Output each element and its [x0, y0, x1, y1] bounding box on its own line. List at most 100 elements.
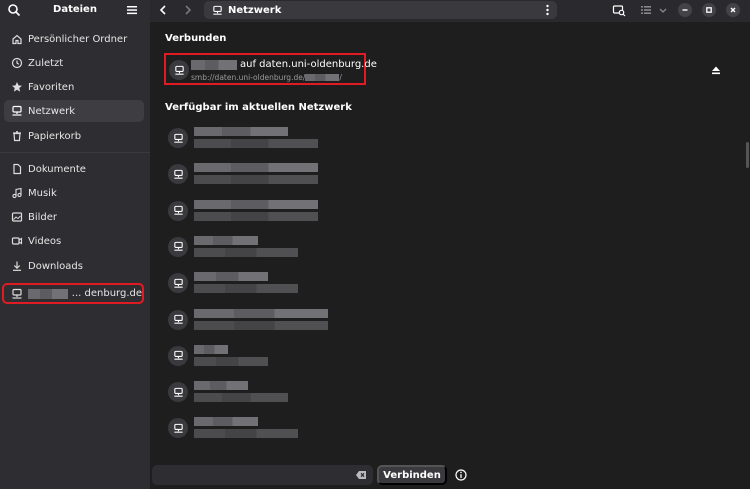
clear-text-icon[interactable]: [355, 470, 367, 480]
redacted-text: [194, 356, 268, 366]
sidebar-item-label: Bilder: [28, 211, 58, 223]
available-server-row[interactable]: [164, 159, 424, 189]
network-icon: [12, 288, 22, 299]
close-icon: [730, 7, 736, 13]
chevron-down-icon[interactable]: [656, 3, 670, 17]
clock-icon: [11, 57, 23, 69]
sidebar-item-label: Papierkorb: [28, 130, 82, 142]
redacted-text: [194, 320, 328, 330]
sidebar-separator: [0, 152, 150, 153]
redacted-text: [194, 175, 318, 185]
sidebar-item-label: Dokumente: [28, 163, 86, 175]
section-title-connected: Verbunden: [165, 33, 227, 44]
sidebar-item-pictures[interactable]: Bilder: [4, 206, 144, 228]
trash-icon: [13, 131, 21, 142]
connected-server-uri: smb://daten.uni-oldenburg.de/ /: [191, 73, 342, 82]
maximize-button[interactable]: [702, 3, 716, 17]
redacted-text: [194, 139, 318, 148]
server-icon: [168, 382, 188, 403]
available-server-row[interactable]: [164, 268, 424, 298]
available-server-row[interactable]: [164, 377, 424, 407]
network-icon: [12, 105, 22, 116]
maximize-icon: [706, 7, 712, 13]
server-icon: [168, 236, 188, 257]
server-icon: [168, 345, 188, 366]
redacted-text: [305, 74, 340, 81]
sidebar-item-label: Zuletzt: [28, 57, 64, 69]
server-icon: [168, 128, 188, 148]
sidebar-item-label: Downloads: [28, 260, 83, 272]
download-icon: [13, 261, 21, 271]
available-server-row[interactable]: [164, 232, 424, 262]
redacted-text: [194, 199, 318, 209]
search-folder-icon[interactable]: [612, 3, 626, 17]
document-icon: [13, 163, 22, 175]
sidebar-item-label: ... denburg.de: [71, 288, 142, 299]
video-icon: [11, 237, 23, 245]
redacted-text: [194, 429, 298, 439]
sidebar-item-home[interactable]: Persönlicher Ordner: [4, 28, 144, 50]
redacted-text: [194, 417, 258, 427]
server-icon: [168, 418, 188, 439]
back-arrow-icon[interactable]: [156, 3, 170, 17]
available-server-row[interactable]: [164, 413, 424, 443]
server-address-input[interactable]: [152, 465, 373, 485]
minimize-icon: [682, 9, 688, 11]
available-server-row[interactable]: [164, 123, 424, 153]
eject-icon[interactable]: [710, 64, 722, 76]
server-icon: [168, 200, 188, 221]
star-icon: [12, 82, 22, 92]
info-icon[interactable]: [455, 469, 467, 481]
sidebar-item-label: Videos: [28, 235, 62, 247]
server-icon: [169, 60, 189, 80]
sidebar-item-label: Musik: [28, 187, 57, 199]
sidebar-item-network[interactable]: Netzwerk: [4, 100, 144, 122]
path-label: Netzwerk: [228, 4, 282, 16]
sidebar-item-videos[interactable]: Videos: [4, 230, 144, 252]
sidebar-item-favorites[interactable]: Favoriten: [4, 76, 144, 98]
sidebar-item-trash[interactable]: Papierkorb: [4, 125, 144, 147]
connected-server-title: auf daten.uni-oldenburg.de: [191, 59, 377, 70]
available-server-row[interactable]: [164, 305, 424, 335]
list-view-icon[interactable]: [639, 3, 653, 17]
kebab-menu-icon[interactable]: [546, 4, 549, 16]
redacted-text: [194, 284, 298, 294]
music-icon: [12, 187, 22, 199]
scrollbar[interactable]: [746, 142, 749, 168]
redacted-text: [194, 381, 248, 391]
redacted-text: [194, 272, 268, 282]
minimize-button[interactable]: [678, 3, 692, 17]
image-icon: [11, 212, 23, 222]
sidebar-item-label: Netzwerk: [28, 105, 76, 117]
sidebar-item-music[interactable]: Musik: [4, 182, 144, 204]
redacted-text: [194, 163, 318, 173]
server-uri-prefix: smb://daten.uni-oldenburg.de/: [191, 73, 306, 82]
sidebar-item-label: Favoriten: [28, 81, 75, 93]
sidebar-item-documents[interactable]: Dokumente: [4, 158, 144, 180]
connect-button[interactable]: Verbinden: [377, 465, 447, 485]
redacted-text: [194, 344, 228, 354]
path-bar[interactable]: Netzwerk: [204, 1, 557, 19]
network-icon: [213, 5, 222, 15]
hamburger-menu-icon[interactable]: [126, 4, 138, 16]
sidebar-header: Dateien: [0, 0, 150, 22]
sidebar-item-mounted-share[interactable]: ... denburg.de: [2, 283, 144, 304]
sidebar-item-recent[interactable]: Zuletzt: [4, 52, 144, 74]
content-area: Verbunden auf daten.uni-oldenburg.de smb…: [150, 22, 750, 489]
redacted-text: [194, 308, 328, 318]
header-bar: Netzwerk: [150, 0, 750, 22]
redacted-text: [194, 235, 258, 245]
redacted-text: [191, 59, 237, 70]
close-button[interactable]: [726, 3, 740, 17]
redacted-text: [194, 393, 288, 403]
available-server-row[interactable]: [164, 196, 424, 226]
sidebar: Dateien Persönlicher Ordner Zuletzt Favo…: [0, 0, 150, 489]
redacted-text: [194, 127, 288, 136]
redacted-text: [194, 211, 318, 221]
available-server-row[interactable]: [164, 341, 424, 371]
forward-arrow-icon[interactable]: [181, 3, 195, 17]
sidebar-item-downloads[interactable]: Downloads: [4, 255, 144, 277]
sidebar-item-label: Persönlicher Ordner: [28, 33, 128, 45]
connected-server-row[interactable]: auf daten.uni-oldenburg.de smb://daten.u…: [164, 53, 377, 85]
section-title-available: Verfügbar im aktuellen Netzwerk: [165, 102, 352, 113]
